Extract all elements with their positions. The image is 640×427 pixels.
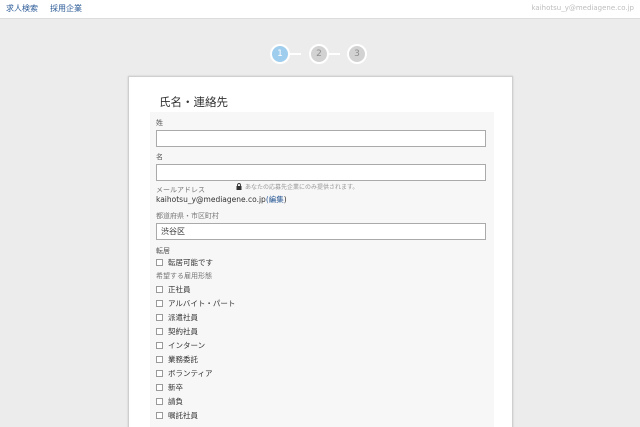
employment-option-label: 契約社員	[168, 326, 198, 336]
employment-checkbox[interactable]	[156, 313, 163, 321]
employers-link[interactable]: 採用企業	[50, 3, 82, 14]
edit-email-link[interactable]: 編集	[269, 195, 284, 204]
step-3-indicator: 3	[347, 44, 367, 64]
last-name-input[interactable]	[156, 130, 486, 147]
user-account-email[interactable]: kaihotsu_y@mediagene.co.jp	[532, 4, 635, 12]
employment-option-label: 嘱託社員	[168, 410, 198, 420]
lock-icon	[236, 183, 242, 190]
email-display: kaihotsu_y@mediagene.co.jp(編集)	[156, 194, 287, 205]
employment-checkbox[interactable]	[156, 341, 163, 349]
form-title: 氏名・連絡先	[159, 95, 228, 109]
location-input[interactable]	[156, 223, 486, 240]
last-name-label: 姓	[156, 119, 163, 127]
employment-option[interactable]: 契約社員	[156, 326, 198, 336]
employment-checkbox[interactable]	[156, 383, 163, 391]
employment-checkbox[interactable]	[156, 397, 163, 405]
first-name-input[interactable]	[156, 164, 486, 181]
employment-option[interactable]: 正社員	[156, 284, 191, 294]
employment-option[interactable]: 業務委託	[156, 354, 198, 364]
first-name-label: 名	[156, 153, 163, 161]
edit-email-close-paren: )	[283, 195, 287, 204]
top-navigation-bar: 求人検索 採用企業 kaihotsu_y@mediagene.co.jp	[0, 0, 640, 19]
employment-option[interactable]: 嘱託社員	[156, 410, 198, 420]
employment-checkbox[interactable]	[156, 355, 163, 363]
employment-checkbox[interactable]	[156, 411, 163, 419]
employment-option[interactable]: インターン	[156, 340, 205, 350]
employment-option-label: 業務委託	[168, 354, 198, 364]
employment-option-label: 新卒	[168, 382, 183, 392]
email-privacy-text: あなたの応募先企業にのみ提供されます。	[245, 184, 359, 191]
employment-type-label: 希望する雇用形態	[156, 272, 212, 280]
employment-option[interactable]: 派遣社員	[156, 312, 198, 322]
email-value-text: kaihotsu_y@mediagene.co.jp	[156, 195, 266, 204]
employment-option[interactable]: 請負	[156, 396, 183, 406]
employment-option-label: 派遣社員	[168, 312, 198, 322]
relocation-option[interactable]: 転居可能です	[156, 257, 213, 267]
employment-checkbox[interactable]	[156, 369, 163, 377]
employment-checkbox[interactable]	[156, 299, 163, 307]
job-search-link[interactable]: 求人検索	[6, 3, 38, 14]
employment-option-label: 正社員	[168, 284, 191, 294]
step-1-indicator: 1	[270, 44, 290, 64]
employment-option[interactable]: アルバイト・パート	[156, 298, 235, 308]
employment-option-label: ボランティア	[168, 368, 213, 378]
employment-option-label: インターン	[168, 340, 206, 350]
employment-option-label: アルバイト・パート	[168, 298, 236, 308]
employment-option[interactable]: 新卒	[156, 382, 183, 392]
relocation-option-label: 転居可能です	[168, 257, 213, 267]
step-2-indicator: 2	[309, 44, 329, 64]
employment-checkbox[interactable]	[156, 327, 163, 335]
relocation-checkbox[interactable]	[156, 258, 163, 266]
location-label: 都道府県・市区町村	[156, 212, 219, 220]
employment-option[interactable]: ボランティア	[156, 368, 213, 378]
email-privacy-note: あなたの応募先企業にのみ提供されます。	[236, 182, 358, 191]
progress-steps: 1 2 3	[270, 44, 370, 64]
relocation-label: 転居	[156, 247, 170, 255]
step-connector	[329, 53, 340, 55]
contact-form-card: 氏名・連絡先 姓 名 メールアドレス あなたの応募先企業にのみ提供されます。 k…	[128, 76, 513, 427]
employment-checkbox[interactable]	[156, 285, 163, 293]
step-connector	[290, 53, 301, 55]
employment-option-label: 請負	[168, 396, 183, 406]
form-fields: 姓 名 メールアドレス あなたの応募先企業にのみ提供されます。 kaihotsu…	[150, 112, 494, 427]
